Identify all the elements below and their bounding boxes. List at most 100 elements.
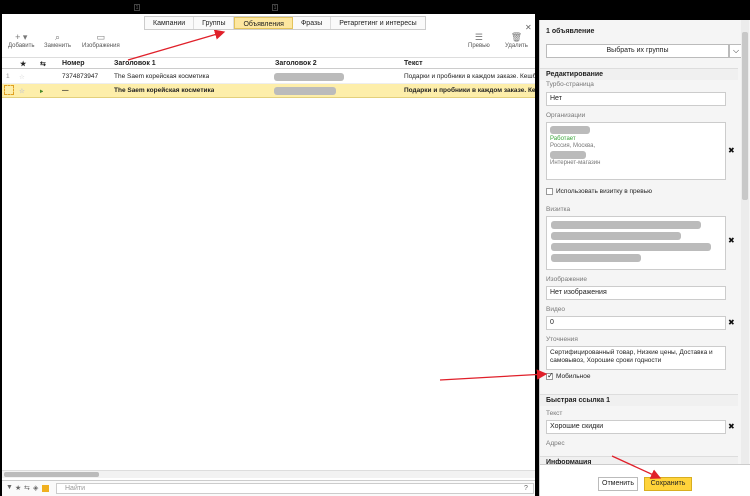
- ad-edit-panel: 1 объявление Выбрать их группы ⌵ Редакти…: [539, 20, 750, 496]
- search-input[interactable]: Найти: [56, 483, 534, 494]
- quicklink-text-label: Текст: [546, 410, 563, 417]
- images-button[interactable]: ▭ Изображения: [82, 32, 120, 49]
- org-field[interactable]: Работает Россия, Москва, Интернет-магази…: [546, 122, 726, 180]
- card-line-redacted: [551, 221, 701, 229]
- help-icon[interactable]: ?: [524, 485, 528, 492]
- close-icon[interactable]: ✖: [728, 318, 735, 327]
- card-line-redacted: [551, 243, 711, 251]
- scroll-thumb[interactable]: [4, 472, 99, 477]
- image-label: Изображение: [546, 276, 587, 283]
- turbo-field[interactable]: Нет: [546, 92, 726, 106]
- card-line-redacted: [551, 232, 681, 240]
- cancel-button[interactable]: Отменить: [598, 477, 638, 491]
- warning-filter-icon[interactable]: ◈: [33, 484, 38, 492]
- video-field[interactable]: 0: [546, 316, 726, 330]
- filter-bar: ▼ ★ ⇆ ◈ Найти ?: [2, 480, 535, 496]
- row-text: Подарки и пробники в каждом заказе. Ке: [404, 87, 535, 94]
- tab-phrases[interactable]: Фразы: [293, 17, 332, 29]
- mobile-checkbox[interactable]: [546, 371, 554, 380]
- quicklink-text-field[interactable]: Хорошие скидки: [546, 420, 726, 434]
- horizontal-scrollbar[interactable]: [2, 470, 535, 478]
- add-label: Добавить: [8, 43, 35, 49]
- preview-icon: ☰: [474, 32, 483, 42]
- tab-groups[interactable]: Группы: [194, 17, 235, 29]
- org-label: Организации: [546, 112, 586, 119]
- row-number: 7374873947: [62, 73, 99, 80]
- card-field[interactable]: [546, 216, 726, 270]
- video-label: Видео: [546, 306, 565, 313]
- star-icon[interactable]: ★: [20, 60, 26, 68]
- tab-ads[interactable]: Объявления: [234, 17, 293, 29]
- window-marker: 1: [272, 4, 278, 11]
- filter-icon[interactable]: ▼: [6, 484, 13, 491]
- star-icon[interactable]: ☆: [19, 87, 25, 95]
- link-icon[interactable]: ⇆: [40, 60, 46, 68]
- use-card-label: Использовать визитку в превью: [556, 188, 653, 195]
- star-icon[interactable]: ☆: [19, 73, 25, 81]
- window-marker: 1: [134, 4, 140, 11]
- plus-icon: + ▾: [15, 32, 28, 42]
- table-row-selected[interactable]: ☆ ▸ — The Saem корейская косметика Подар…: [2, 84, 535, 98]
- preview-button[interactable]: ☰ Превью: [468, 32, 490, 49]
- replace-button[interactable]: ⌕ Заменить: [44, 32, 71, 49]
- card-line-redacted: [551, 254, 641, 262]
- quicklink-addr-label: Адрес: [546, 440, 565, 447]
- column-text[interactable]: Текст: [404, 60, 423, 67]
- add-button[interactable]: + ▾ Добавить: [8, 32, 35, 49]
- toolbar: + ▾ Добавить ⌕ Заменить ▭ Изображения ☰ …: [2, 30, 535, 58]
- close-icon[interactable]: ✖: [728, 236, 735, 245]
- row-number: —: [62, 87, 69, 94]
- star-filter-icon[interactable]: ★: [15, 484, 21, 492]
- tab-campaigns[interactable]: Кампании: [145, 17, 195, 29]
- table-row[interactable]: 1 ☆ 7374873947 The Saem корейская космет…: [2, 70, 535, 84]
- image-field[interactable]: Нет изображения: [546, 286, 726, 300]
- delete-label: Удалить: [505, 43, 528, 49]
- column-title1[interactable]: Заголовок 1: [114, 60, 156, 67]
- save-button[interactable]: Сохранить: [644, 477, 692, 491]
- panel-footer: Отменить Сохранить: [540, 464, 750, 496]
- vertical-scrollbar[interactable]: [741, 20, 749, 464]
- close-icon[interactable]: ✖: [728, 422, 735, 431]
- row-title1: The Saem корейская косметика: [114, 73, 210, 80]
- flag-icon: ▸: [40, 88, 44, 95]
- row-title2-redacted: [274, 73, 344, 81]
- org-status: Работает: [550, 136, 576, 142]
- scroll-thumb[interactable]: [742, 32, 748, 200]
- close-icon[interactable]: ✖: [728, 146, 735, 155]
- row-marker: 1: [6, 73, 10, 80]
- preview-label: Превью: [468, 43, 490, 49]
- image-icon: ▭: [96, 32, 106, 42]
- section-quicklink: Быстрая ссылка 1: [540, 394, 738, 406]
- column-number[interactable]: Номер: [62, 60, 85, 67]
- row-title2-redacted: [274, 87, 336, 95]
- card-label: Визитка: [546, 206, 571, 213]
- ads-list-window: Кампании Группы Объявления Фразы Ретарге…: [2, 14, 535, 496]
- delete-button[interactable]: 🗑 Удалить: [505, 32, 528, 49]
- link-filter-icon[interactable]: ⇆: [24, 484, 30, 492]
- row-text: Подарки и пробники в каждом заказе. Кешб: [404, 73, 535, 80]
- org-name-redacted: [550, 126, 590, 134]
- column-title2[interactable]: Заголовок 2: [275, 60, 317, 67]
- panel-title: 1 объявление: [546, 28, 595, 35]
- table-header: ★ ⇆ Номер Заголовок 1 Заголовок 2 Текст: [2, 58, 535, 69]
- pick-groups-button[interactable]: Выбрать их группы: [546, 44, 729, 58]
- use-card-checkbox[interactable]: [546, 188, 553, 195]
- clarifications-field[interactable]: Сертифицированный товар, Низкие цены, До…: [546, 346, 726, 370]
- row-marker: [4, 85, 14, 95]
- clarifications-label: Уточнения: [546, 336, 578, 343]
- search-icon: ⌕: [54, 32, 60, 42]
- tab-retargeting[interactable]: Ретаргетинг и интересы: [331, 17, 424, 29]
- trash-icon: 🗑: [510, 32, 523, 42]
- images-label: Изображения: [82, 43, 120, 49]
- row-title1: The Saem корейская косметика: [114, 87, 215, 94]
- replace-label: Заменить: [44, 43, 71, 49]
- window-topbar: 1 1: [0, 0, 750, 14]
- section-edit: Редактирование: [540, 68, 738, 80]
- org-phone-redacted: [550, 151, 586, 159]
- draft-filter-icon[interactable]: [42, 485, 49, 492]
- org-address: Россия, Москва,: [550, 143, 596, 149]
- mobile-label: Мобильное: [556, 373, 591, 380]
- tab-bar: Кампании Группы Объявления Фразы Ретарге…: [144, 16, 426, 30]
- org-type: Интернет-магазин: [550, 160, 601, 166]
- turbo-label: Турбо-страница: [546, 81, 594, 88]
